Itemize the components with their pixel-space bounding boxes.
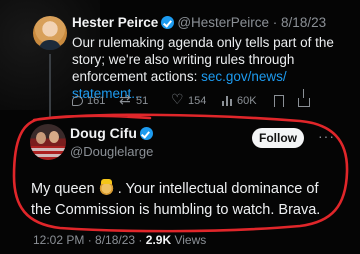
reply-tweet-text: My queen . Your intellectual dominance o… <box>31 179 331 221</box>
thread-connector-line <box>49 54 51 118</box>
views-label: Views <box>174 233 207 247</box>
parent-tweet-text: Our rulemaking agenda only tells part of… <box>72 34 342 102</box>
reply-count: 161 <box>87 95 106 107</box>
repost-button[interactable]: 51 <box>119 91 149 108</box>
separator-dot: · <box>84 233 96 247</box>
tweet-date[interactable]: 8/18/23 <box>281 15 326 30</box>
reply-display-name-row: Doug Cifu <box>70 125 156 141</box>
display-name[interactable]: Hester Peirce <box>72 15 158 30</box>
views-button[interactable]: 60K <box>222 95 257 107</box>
heart-icon <box>171 91 184 108</box>
tweet-screenshot: Hester Peirce @HesterPeirce · 8/18/23 Our… <box>0 0 360 254</box>
separator-dot: · <box>135 233 146 247</box>
avatar-hester-peirce[interactable] <box>33 16 67 50</box>
user-handle[interactable]: @HesterPeirce <box>177 15 269 30</box>
repost-count: 51 <box>136 95 149 107</box>
bookmark-icon <box>274 95 284 108</box>
like-button[interactable]: 154 <box>171 91 207 108</box>
display-name[interactable]: Doug Cifu <box>70 125 137 141</box>
repost-icon <box>119 91 132 108</box>
tweet-action-bar: 161 51 154 60K <box>72 89 342 113</box>
tweet-date[interactable]: 8/18/23 <box>95 233 135 247</box>
views-count: 60K <box>237 95 257 107</box>
crown-emoji-icon <box>98 179 114 195</box>
follow-button[interactable]: Follow <box>252 128 304 148</box>
bookmark-button[interactable] <box>274 95 284 108</box>
separator-dot: · <box>269 15 282 30</box>
verified-badge-icon <box>161 16 175 29</box>
tweet-text-part1: My queen <box>31 181 99 197</box>
more-options-icon[interactable]: ··· <box>318 128 335 144</box>
views-count: 2.9K <box>145 233 172 247</box>
reply-icon <box>72 96 83 106</box>
like-count: 154 <box>188 95 207 107</box>
tweet-link[interactable]: sec.gov/news/ <box>201 69 287 84</box>
tweet-time[interactable]: 12:02 PM <box>33 233 84 247</box>
share-button[interactable] <box>298 89 310 107</box>
tweet-meta: 12:02 PM · 8/18/23 · 2.9K Views <box>33 233 206 247</box>
avatar-doug-cifu[interactable] <box>30 124 66 160</box>
verified-badge-icon <box>139 127 153 140</box>
reply-button[interactable]: 161 <box>72 95 105 107</box>
share-icon <box>298 89 310 107</box>
parent-tweet-header: Hester Peirce @HesterPeirce · 8/18/23 <box>72 15 326 30</box>
bar-chart-icon <box>222 96 233 106</box>
user-handle[interactable]: @Douglelarge <box>70 144 153 159</box>
